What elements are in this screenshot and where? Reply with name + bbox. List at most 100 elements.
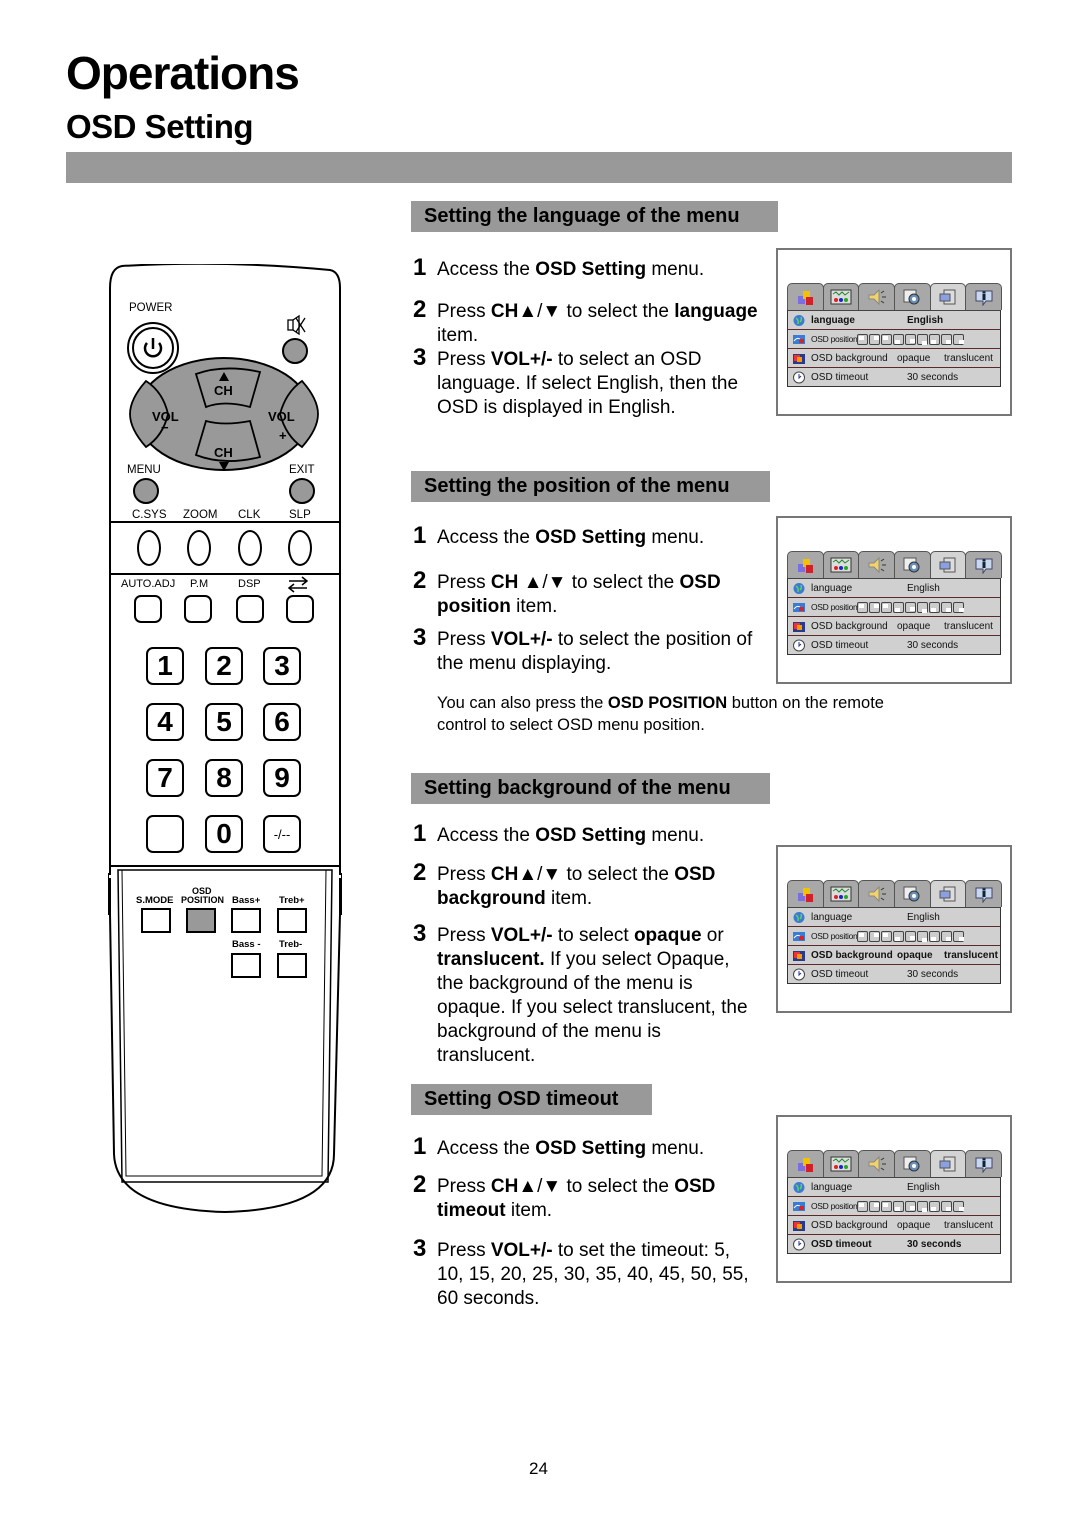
osd-tab-screen-icon [822,283,860,310]
digit-6-button[interactable]: 6 [263,703,301,741]
picture-icon [798,559,814,573]
osd-position-option [881,1200,893,1212]
digit-1-button[interactable]: 1 [146,647,184,685]
digit-9-button[interactable]: 9 [263,759,301,797]
digit-0-button[interactable]: 0 [205,815,243,853]
text-run: to select the [566,572,680,593]
mute-button[interactable] [282,338,308,364]
bass-minus-button[interactable] [231,953,261,978]
bold-text: VOL+/- [490,629,553,650]
text-run: menu. [646,527,705,548]
pm-label: P.M [190,578,209,590]
screen-icon [830,1156,852,1172]
power-button[interactable] [128,323,178,373]
osd-background-label: OSD background [811,620,888,632]
osd-background-opaque: opaque [897,352,931,364]
info-icon [975,290,993,306]
vol-plus-symbol: + [279,428,287,443]
power-label: POWER [129,302,173,314]
osd-tab-osd-icon [929,880,967,907]
osd-language-value: English [907,1181,940,1193]
digit-2-button[interactable]: 2 [205,647,243,685]
bold-text: CH [490,572,524,593]
picture-icon [798,291,814,305]
osd-tab-osd-icon [929,551,967,578]
osd-position-option [929,601,941,613]
text-run: Press [437,629,491,650]
smode-button[interactable] [141,908,171,933]
text-run: Press [437,925,491,946]
position-icon [793,334,805,344]
exit-label: EXIT [289,464,315,476]
osd-position-option [857,601,869,613]
osd-tab-picture-icon [787,283,824,310]
step-number: 2 [413,859,427,886]
bold-text: OSD Setting [535,825,647,846]
source-button[interactable] [146,815,184,853]
dash-button[interactable]: -/-- [263,815,301,853]
position-icon [793,602,805,612]
menu-button[interactable] [133,478,159,504]
step-text: Press VOL+/- to select the position of t… [437,628,757,676]
sound-icon [868,1155,886,1173]
osd-tab-picture-icon [787,1150,824,1177]
osd-position-option [917,333,929,345]
background-icon [793,950,805,961]
digit-4-button[interactable]: 4 [146,703,184,741]
osd-position-option [917,930,929,942]
osd-position-option [905,1200,917,1212]
slp-button[interactable] [288,530,312,566]
zoom-button[interactable] [187,530,211,566]
treb-minus-button[interactable] [277,953,307,978]
osd-tab-info-icon [965,551,1003,578]
step-number: 1 [413,522,427,549]
text-run: to select the [561,301,675,322]
osd-position-label: OSD position [811,1201,858,1211]
bold-text: VOL+/- [490,925,553,946]
osd-row-position: OSD position [788,926,1000,945]
step-number: 3 [413,1235,427,1262]
text-run: to select the [561,1176,675,1197]
osd-icon [939,886,956,902]
autoadj-button[interactable] [134,595,162,623]
clock-icon [793,639,805,651]
digit-7-button[interactable]: 7 [146,759,184,797]
osd-row-position: OSD position [788,329,1000,348]
osd-row-timeout: OSD timeout 30 seconds [788,964,1000,983]
osd-position-options [857,601,965,613]
section-heading-language: Setting the language of the menu [411,201,778,232]
bold-text: language [674,301,758,322]
text-run: You can also press the [437,694,608,712]
bold-text: OSD Setting [535,527,647,548]
bass-plus-button[interactable] [231,908,261,933]
osd-position-options [857,930,965,942]
pm-button[interactable] [184,595,212,623]
digit-5-button[interactable]: 5 [205,703,243,741]
osd-position-option [941,333,953,345]
csys-button[interactable] [137,530,161,566]
bass-minus-label: Bass - [232,939,261,950]
osd-position-button[interactable] [186,908,216,933]
osd-menu: language English OSD position OSD backgroun… [787,551,1003,655]
osd-position-option [953,1200,965,1212]
clk-button[interactable] [238,530,262,566]
digit-8-button[interactable]: 8 [205,759,243,797]
info-icon [975,887,993,903]
exit-button[interactable] [289,478,315,504]
page-title: Operations [66,47,300,99]
text-run: menu. [646,1138,705,1159]
digit-3-button[interactable]: 3 [263,647,301,685]
osd-menu-screenshot: language English OSD position OSD backgroun… [776,1115,1012,1283]
smode-label: S.MODE [136,895,174,906]
swap-button[interactable] [286,595,314,623]
step-text: Access the OSD Setting menu. [437,526,777,550]
dsp-button[interactable] [236,595,264,623]
osd-language-value: English [907,911,940,923]
zoom-label: ZOOM [183,509,218,521]
treb-plus-button[interactable] [277,908,307,933]
picture-icon [798,1158,814,1172]
text-run: Access the [437,825,536,846]
bold-text: CH [490,864,519,885]
osd-position-option [953,333,965,345]
osd-position-option [869,930,881,942]
